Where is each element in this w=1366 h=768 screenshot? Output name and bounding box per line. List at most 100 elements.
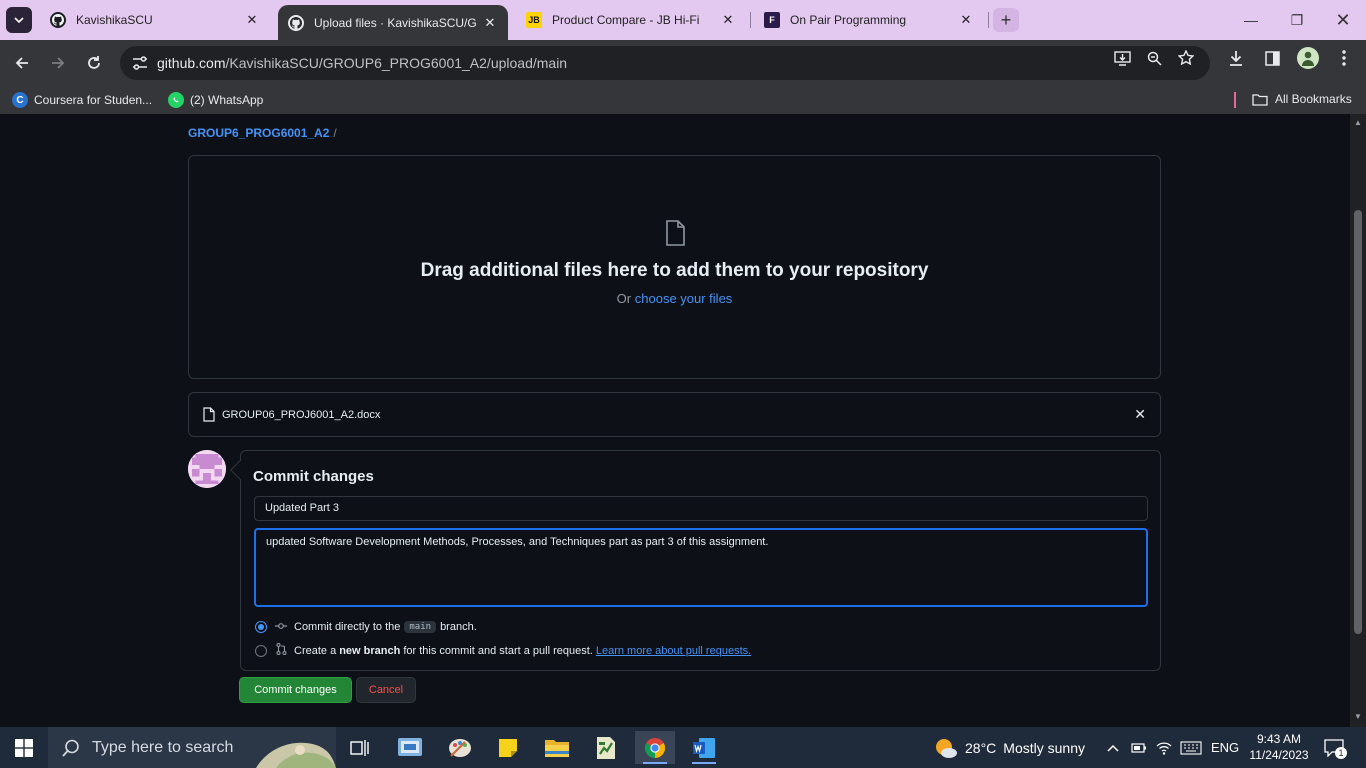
new-branch-suffix: for this commit and start a pull request… [403, 644, 593, 657]
github-icon [288, 14, 304, 31]
forward-button[interactable] [44, 49, 72, 77]
taskbar-search-placeholder: Type here to search [92, 738, 234, 756]
bookmarks-separator [1234, 92, 1236, 108]
scroll-down-arrow[interactable]: ▼ [1354, 712, 1362, 721]
side-panel-icon[interactable] [1262, 48, 1282, 68]
downloads-icon[interactable] [1226, 48, 1246, 68]
close-tab-icon[interactable]: ✕ [958, 12, 974, 28]
tab-jbhifi[interactable]: JB Product Compare - JB Hi-Fi ✕ [516, 4, 746, 36]
commit-new-branch-radio[interactable] [255, 644, 267, 657]
git-pull-request-icon [275, 642, 287, 658]
site-info-icon[interactable] [132, 56, 148, 70]
system-clock[interactable]: 9:43 AM 11/24/2023 [1244, 731, 1314, 763]
jbhifi-icon: JB [526, 12, 542, 28]
task-view-button[interactable] [340, 731, 380, 764]
wifi-icon[interactable] [1156, 727, 1172, 768]
cancel-button[interactable]: Cancel [356, 677, 416, 703]
close-tab-icon[interactable]: ✕ [244, 12, 260, 28]
branch-name: main [404, 621, 437, 633]
breadcrumb-repo-link[interactable]: GROUP6_PROG6001_A2 [188, 126, 329, 140]
partly-sunny-icon [936, 738, 957, 758]
commit-description-textarea[interactable]: updated Software Development Methods, Pr… [254, 528, 1148, 607]
commit-direct-option[interactable]: Commit directly to the main branch. [255, 621, 477, 633]
close-tab-icon[interactable]: ✕ [720, 12, 736, 28]
keyboard-icon[interactable] [1180, 727, 1202, 768]
taskbar-app-sticky-notes[interactable] [488, 731, 528, 764]
taskbar-app-word[interactable] [684, 731, 724, 764]
file-icon [666, 220, 685, 246]
scroll-up-arrow[interactable]: ▲ [1354, 118, 1362, 127]
paint-palette-icon [449, 738, 471, 757]
breadcrumb-separator: / [333, 126, 337, 140]
taskbar-app-file-explorer[interactable] [537, 731, 577, 764]
taskbar-search-box[interactable]: Type here to search [48, 727, 336, 768]
active-app-indicator [643, 762, 667, 764]
commit-changes-button[interactable]: Commit changes [239, 677, 352, 703]
tab-strip: KavishikaSCU ✕ Upload files · KavishikaS… [0, 0, 1366, 40]
page-scrollbar[interactable]: ▲ ▼ [1350, 114, 1366, 727]
commit-direct-prefix: Commit directly to the [294, 621, 401, 633]
taskbar-app-sheets[interactable] [586, 731, 626, 764]
new-tab-button[interactable]: + [993, 8, 1019, 32]
notification-count: 1 [1335, 747, 1347, 759]
tab-upload-files[interactable]: Upload files · KavishikaSCU/GROUP6_PROG6… [278, 5, 508, 40]
notification-center-button[interactable]: 1 [1324, 727, 1347, 768]
choose-files-link[interactable]: choose your files [635, 291, 733, 306]
battery-icon[interactable] [1131, 727, 1147, 768]
close-tab-icon[interactable]: ✕ [482, 15, 498, 31]
file-dropzone[interactable]: Drag additional files here to add them t… [188, 155, 1161, 379]
arrow-right-icon [52, 57, 65, 69]
chevron-down-icon [14, 17, 24, 23]
back-button[interactable] [8, 49, 36, 77]
all-bookmarks-button[interactable]: All Bookmarks [1252, 92, 1352, 106]
taskbar-app-paint[interactable] [440, 731, 480, 764]
profile-avatar[interactable] [1297, 47, 1319, 69]
dropzone-headline: Drag additional files here to add them t… [420, 260, 929, 281]
minimize-button[interactable]: — [1228, 0, 1274, 40]
commit-summary-input[interactable]: Updated Part 3 [254, 496, 1148, 521]
tab-title: KavishikaSCU [76, 13, 153, 27]
scrollbar-thumb[interactable] [1354, 210, 1362, 634]
close-window-button[interactable]: ✕ [1320, 0, 1366, 40]
commit-direct-radio[interactable] [255, 621, 267, 633]
or-text: Or [616, 291, 632, 306]
spreadsheet-icon [597, 736, 615, 759]
address-bar[interactable]: github.com/KavishikaSCU/GROUP6_PROG6001_… [120, 46, 1210, 80]
weather-temp: 28°C [965, 739, 997, 756]
avatar[interactable] [188, 450, 226, 488]
bookmark-coursera[interactable]: C Coursera for Studen... [12, 92, 152, 108]
tab-title: Product Compare - JB Hi-Fi [552, 13, 700, 27]
install-app-icon[interactable] [1112, 48, 1132, 68]
github-icon [50, 12, 66, 28]
weather-widget[interactable]: 28°C Mostly sunny [934, 727, 1085, 768]
clock-date: 11/24/2023 [1249, 748, 1309, 762]
tab-kavishikascu[interactable]: KavishikaSCU ✕ [40, 4, 270, 36]
language-indicator[interactable]: ENG [1211, 727, 1239, 768]
bookmark-star-icon[interactable] [1176, 48, 1196, 68]
new-branch-prefix: Create a [294, 644, 337, 657]
remove-file-icon[interactable]: ✕ [1134, 406, 1146, 423]
show-hidden-icons-button[interactable] [1107, 727, 1119, 768]
word-icon [693, 737, 715, 758]
zoom-icon[interactable] [1144, 48, 1164, 68]
git-commit-icon [275, 621, 287, 633]
bookmark-label: Coursera for Studen... [34, 93, 153, 107]
commit-direct-suffix: branch. [440, 621, 477, 633]
reload-button[interactable] [80, 49, 108, 77]
menu-dots-icon[interactable] [1334, 48, 1354, 68]
task-view-icon [350, 739, 369, 756]
taskbar-app-chrome[interactable] [635, 731, 675, 764]
clock-time: 9:43 AM [1256, 732, 1302, 746]
bookmark-whatsapp[interactable]: (2) WhatsApp [168, 92, 263, 108]
speech-arrow [230, 460, 250, 480]
folder-icon [545, 739, 569, 757]
tab-pair-programming[interactable]: F On Pair Programming ✕ [754, 4, 984, 36]
start-button[interactable] [0, 727, 48, 768]
tab-title: On Pair Programming [790, 13, 907, 27]
tab-search-button[interactable] [6, 7, 32, 33]
learn-more-pull-requests-link[interactable]: Learn more about pull requests. [596, 645, 751, 657]
commit-new-branch-option[interactable]: Create a new branch for this commit and … [255, 642, 751, 658]
restore-button[interactable]: ❐ [1274, 0, 1320, 40]
commit-title: Commit changes [253, 468, 374, 485]
taskbar-app-screen-tool[interactable] [390, 731, 430, 764]
